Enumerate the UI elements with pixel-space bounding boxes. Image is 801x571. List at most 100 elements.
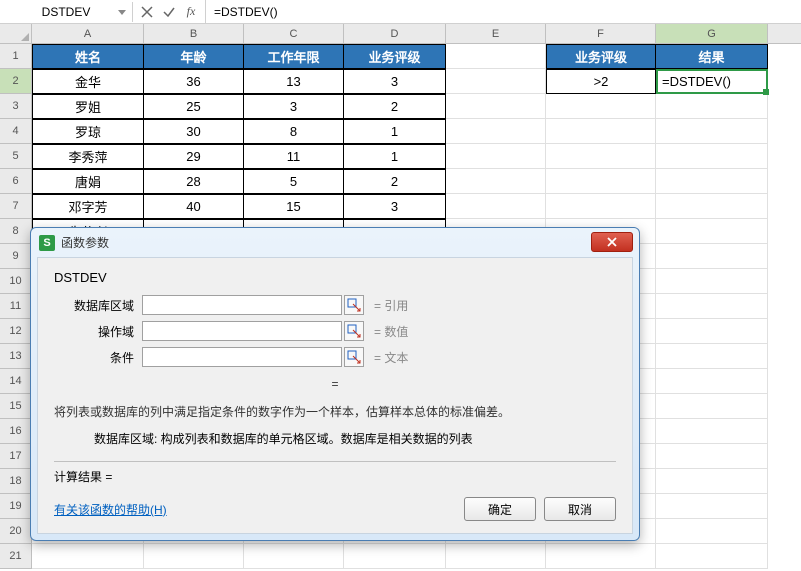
row-header-20[interactable]: 20 <box>0 519 32 544</box>
cell-C4[interactable]: 8 <box>244 119 344 144</box>
cell-G5[interactable] <box>656 144 768 169</box>
row-header-8[interactable]: 8 <box>0 219 32 244</box>
cell-G7[interactable] <box>656 194 768 219</box>
cell-F21[interactable] <box>546 544 656 569</box>
cell-G21[interactable] <box>656 544 768 569</box>
cell-A3[interactable]: 罗姐 <box>32 94 144 119</box>
cell-B1[interactable]: 年龄 <box>144 44 244 69</box>
row-header-15[interactable]: 15 <box>0 394 32 419</box>
cell-E1[interactable] <box>446 44 546 69</box>
cell-D3[interactable]: 2 <box>344 94 446 119</box>
cell-G16[interactable] <box>656 419 768 444</box>
row-header-12[interactable]: 12 <box>0 319 32 344</box>
param-input-0[interactable] <box>142 295 342 315</box>
cell-F5[interactable] <box>546 144 656 169</box>
cell-G8[interactable] <box>656 219 768 244</box>
help-link[interactable]: 有关该函数的帮助(H) <box>54 501 167 518</box>
cell-G10[interactable] <box>656 269 768 294</box>
cell-F4[interactable] <box>546 119 656 144</box>
cell-B2[interactable]: 36 <box>144 69 244 94</box>
row-header-18[interactable]: 18 <box>0 469 32 494</box>
dialog-titlebar[interactable]: S 函数参数 <box>31 228 639 257</box>
row-header-7[interactable]: 7 <box>0 194 32 219</box>
row-header-6[interactable]: 6 <box>0 169 32 194</box>
cell-G9[interactable] <box>656 244 768 269</box>
cell-G3[interactable] <box>656 94 768 119</box>
cell-E21[interactable] <box>446 544 546 569</box>
cell-G11[interactable] <box>656 294 768 319</box>
cell-A2[interactable]: 金华 <box>32 69 144 94</box>
row-header-9[interactable]: 9 <box>0 244 32 269</box>
row-header-4[interactable]: 4 <box>0 119 32 144</box>
cell-G4[interactable] <box>656 119 768 144</box>
select-all-corner[interactable] <box>0 24 32 43</box>
cell-G20[interactable] <box>656 519 768 544</box>
cell-D21[interactable] <box>344 544 446 569</box>
cell-D6[interactable]: 2 <box>344 169 446 194</box>
cell-G18[interactable] <box>656 469 768 494</box>
cell-G17[interactable] <box>656 444 768 469</box>
column-header-D[interactable]: D <box>344 24 446 43</box>
cell-B7[interactable]: 40 <box>144 194 244 219</box>
cell-A1[interactable]: 姓名 <box>32 44 144 69</box>
cell-C2[interactable]: 13 <box>244 69 344 94</box>
row-header-14[interactable]: 14 <box>0 369 32 394</box>
column-header-F[interactable]: F <box>546 24 656 43</box>
cell-G12[interactable] <box>656 319 768 344</box>
cell-D5[interactable]: 1 <box>344 144 446 169</box>
cell-G14[interactable] <box>656 369 768 394</box>
close-icon[interactable] <box>591 232 633 252</box>
cell-F1[interactable]: 业务评级 <box>546 44 656 69</box>
row-header-19[interactable]: 19 <box>0 494 32 519</box>
cell-B6[interactable]: 28 <box>144 169 244 194</box>
cell-A7[interactable]: 邓字芳 <box>32 194 144 219</box>
cell-C6[interactable]: 5 <box>244 169 344 194</box>
cancel-icon[interactable] <box>139 4 155 20</box>
name-box[interactable]: DSTDEV <box>0 2 133 22</box>
cell-C7[interactable]: 15 <box>244 194 344 219</box>
cell-E3[interactable] <box>446 94 546 119</box>
cell-G2[interactable]: =DSTDEV() <box>656 69 768 94</box>
row-header-13[interactable]: 13 <box>0 344 32 369</box>
cell-F7[interactable] <box>546 194 656 219</box>
cell-G6[interactable] <box>656 169 768 194</box>
column-header-A[interactable]: A <box>32 24 144 43</box>
row-header-17[interactable]: 17 <box>0 444 32 469</box>
cell-C1[interactable]: 工作年限 <box>244 44 344 69</box>
row-header-10[interactable]: 10 <box>0 269 32 294</box>
row-header-3[interactable]: 3 <box>0 94 32 119</box>
range-select-icon[interactable] <box>344 321 364 341</box>
cell-E7[interactable] <box>446 194 546 219</box>
row-header-5[interactable]: 5 <box>0 144 32 169</box>
row-header-2[interactable]: 2 <box>0 69 32 94</box>
cell-E4[interactable] <box>446 119 546 144</box>
row-header-11[interactable]: 11 <box>0 294 32 319</box>
cell-D1[interactable]: 业务评级 <box>344 44 446 69</box>
range-select-icon[interactable] <box>344 347 364 367</box>
accept-icon[interactable] <box>161 4 177 20</box>
column-header-E[interactable]: E <box>446 24 546 43</box>
column-header-B[interactable]: B <box>144 24 244 43</box>
cell-A4[interactable]: 罗琼 <box>32 119 144 144</box>
cell-G1[interactable]: 结果 <box>656 44 768 69</box>
cell-A5[interactable]: 李秀萍 <box>32 144 144 169</box>
cell-G19[interactable] <box>656 494 768 519</box>
param-input-2[interactable] <box>142 347 342 367</box>
cell-D2[interactable]: 3 <box>344 69 446 94</box>
cell-C5[interactable]: 11 <box>244 144 344 169</box>
cell-C3[interactable]: 3 <box>244 94 344 119</box>
cell-B5[interactable]: 29 <box>144 144 244 169</box>
cell-F3[interactable] <box>546 94 656 119</box>
cell-F2[interactable]: >2 <box>546 69 656 94</box>
cell-D7[interactable]: 3 <box>344 194 446 219</box>
range-select-icon[interactable] <box>344 295 364 315</box>
cancel-button[interactable]: 取消 <box>544 497 616 521</box>
cell-F6[interactable] <box>546 169 656 194</box>
row-header-21[interactable]: 21 <box>0 544 32 569</box>
cell-C21[interactable] <box>244 544 344 569</box>
cell-B4[interactable]: 30 <box>144 119 244 144</box>
param-input-1[interactable] <box>142 321 342 341</box>
cell-E6[interactable] <box>446 169 546 194</box>
cell-B3[interactable]: 25 <box>144 94 244 119</box>
cell-D4[interactable]: 1 <box>344 119 446 144</box>
